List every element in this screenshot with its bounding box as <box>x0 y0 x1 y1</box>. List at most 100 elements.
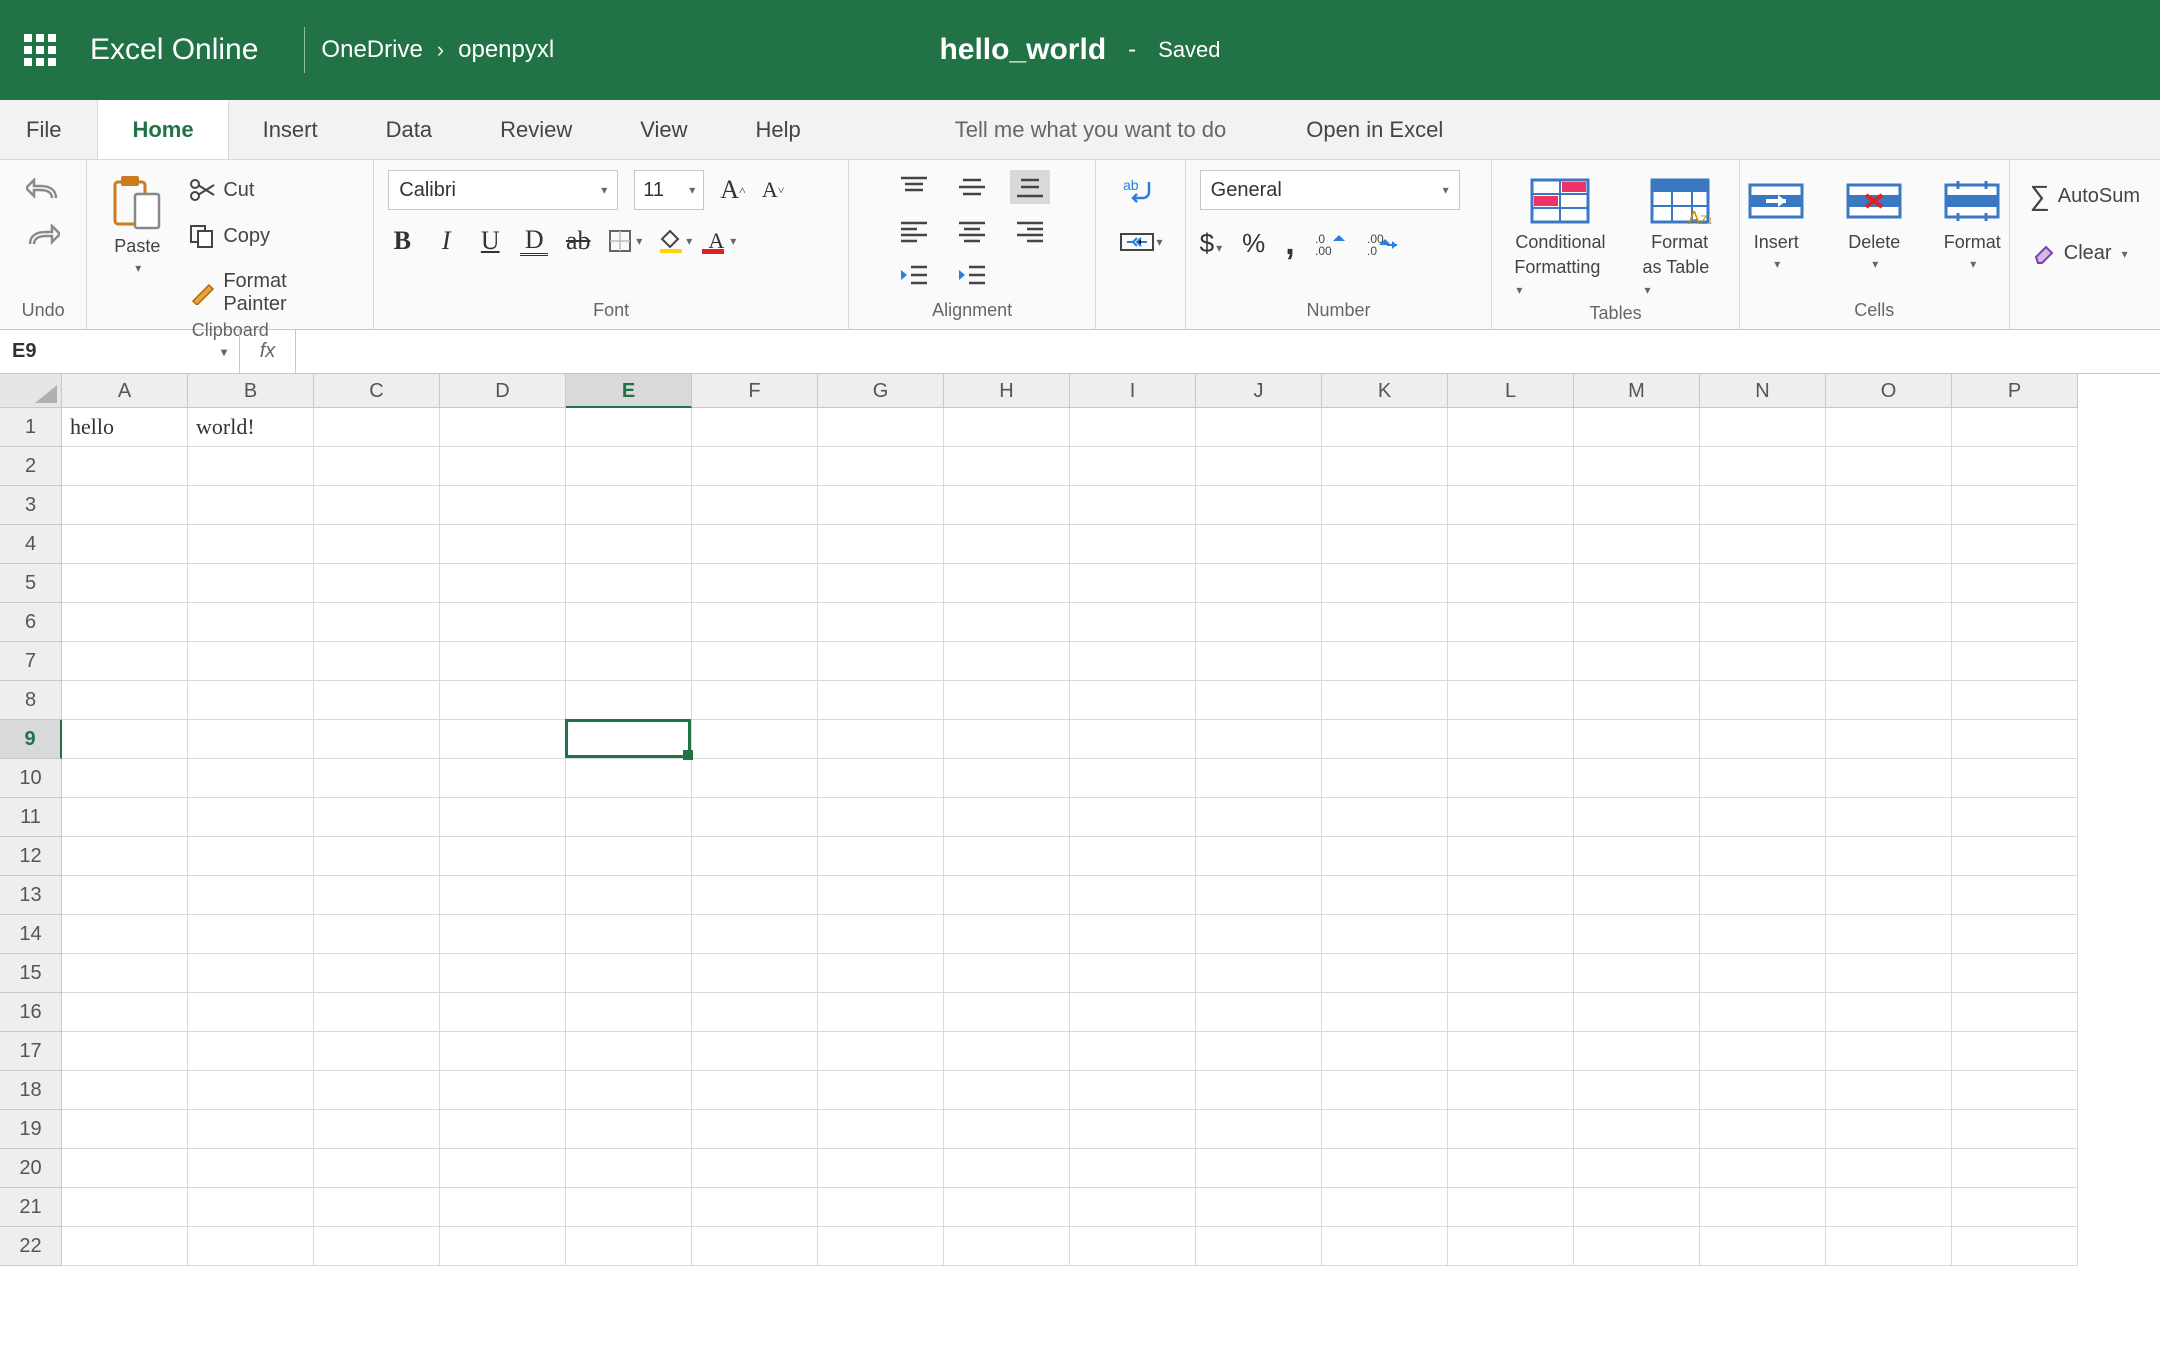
decrease-indent-button[interactable] <box>894 258 934 292</box>
insert-cells-button[interactable]: Insert▾ <box>1736 170 1816 275</box>
cell[interactable] <box>692 954 818 993</box>
cell[interactable] <box>692 915 818 954</box>
cell[interactable] <box>1070 1149 1196 1188</box>
cell[interactable] <box>1322 798 1448 837</box>
cell[interactable] <box>818 1071 944 1110</box>
row-header[interactable]: 1 <box>0 408 62 447</box>
row-header[interactable]: 22 <box>0 1227 62 1266</box>
cell[interactable] <box>566 837 692 876</box>
cell[interactable] <box>1952 993 2078 1032</box>
cell[interactable] <box>1700 1227 1826 1266</box>
cell[interactable] <box>314 1149 440 1188</box>
cell[interactable] <box>1196 837 1322 876</box>
cell[interactable] <box>314 915 440 954</box>
cell[interactable] <box>1700 642 1826 681</box>
cell[interactable] <box>1826 720 1952 759</box>
cell[interactable] <box>944 876 1070 915</box>
cell[interactable] <box>1700 798 1826 837</box>
cell[interactable] <box>1952 1071 2078 1110</box>
strikethrough-button[interactable]: ab <box>564 226 592 256</box>
cell[interactable] <box>1700 876 1826 915</box>
cell[interactable] <box>1322 1227 1448 1266</box>
cell[interactable] <box>1700 720 1826 759</box>
cell[interactable] <box>62 642 188 681</box>
font-size-select[interactable]: 11 ▾ <box>634 170 704 210</box>
cell[interactable] <box>62 837 188 876</box>
open-in-excel-button[interactable]: Open in Excel <box>1306 117 1443 143</box>
row-header[interactable]: 5 <box>0 564 62 603</box>
row-header[interactable]: 19 <box>0 1110 62 1149</box>
cell[interactable] <box>1574 1227 1700 1266</box>
cell[interactable] <box>1322 993 1448 1032</box>
cell[interactable] <box>944 720 1070 759</box>
cell[interactable] <box>1448 1149 1574 1188</box>
cell[interactable] <box>1070 1110 1196 1149</box>
column-header[interactable]: H <box>944 374 1070 408</box>
cell[interactable] <box>1700 447 1826 486</box>
font-name-select[interactable]: Calibri ▾ <box>388 170 618 210</box>
cell[interactable] <box>1196 642 1322 681</box>
cell[interactable] <box>440 1032 566 1071</box>
cell[interactable] <box>62 603 188 642</box>
cut-button[interactable]: Cut <box>183 174 359 206</box>
cell[interactable] <box>1952 1149 2078 1188</box>
cell[interactable] <box>62 564 188 603</box>
cell[interactable] <box>1574 681 1700 720</box>
italic-button[interactable]: I <box>432 226 460 256</box>
cell[interactable] <box>1574 837 1700 876</box>
cell[interactable] <box>314 720 440 759</box>
column-header[interactable]: M <box>1574 374 1700 408</box>
cell[interactable] <box>566 915 692 954</box>
cell[interactable] <box>1322 603 1448 642</box>
cell[interactable] <box>1826 447 1952 486</box>
cell[interactable] <box>818 798 944 837</box>
cell[interactable] <box>1196 1110 1322 1149</box>
cell[interactable] <box>188 642 314 681</box>
cell[interactable] <box>818 447 944 486</box>
cell[interactable] <box>1448 798 1574 837</box>
cell[interactable] <box>818 954 944 993</box>
percent-button[interactable]: % <box>1242 228 1265 259</box>
cell[interactable] <box>944 603 1070 642</box>
cell[interactable] <box>566 954 692 993</box>
cell[interactable] <box>1322 681 1448 720</box>
decrease-decimal-button[interactable]: .00.0 <box>1367 231 1399 257</box>
cell[interactable] <box>1826 642 1952 681</box>
cell[interactable] <box>1952 720 2078 759</box>
cell[interactable] <box>188 915 314 954</box>
cell[interactable] <box>314 954 440 993</box>
cell[interactable] <box>944 408 1070 447</box>
cell[interactable] <box>818 1227 944 1266</box>
undo-button[interactable] <box>26 178 60 204</box>
cell[interactable] <box>818 759 944 798</box>
cell[interactable] <box>818 603 944 642</box>
row-header[interactable]: 4 <box>0 525 62 564</box>
cell[interactable] <box>566 1227 692 1266</box>
cell[interactable] <box>1196 1188 1322 1227</box>
cell[interactable] <box>1196 876 1322 915</box>
row-header[interactable]: 8 <box>0 681 62 720</box>
conditional-formatting-button[interactable]: Conditional Formatting ▾ <box>1506 170 1614 303</box>
cell[interactable] <box>1070 837 1196 876</box>
cell[interactable] <box>566 642 692 681</box>
cell[interactable] <box>1322 876 1448 915</box>
cell[interactable] <box>566 1032 692 1071</box>
align-right-button[interactable] <box>1010 214 1050 248</box>
cell[interactable] <box>1196 408 1322 447</box>
cell[interactable] <box>1196 1149 1322 1188</box>
column-header[interactable]: K <box>1322 374 1448 408</box>
cell[interactable] <box>692 993 818 1032</box>
cell[interactable] <box>188 720 314 759</box>
cell[interactable] <box>1826 681 1952 720</box>
cell[interactable] <box>62 1032 188 1071</box>
cell[interactable] <box>818 837 944 876</box>
cell[interactable] <box>1322 759 1448 798</box>
cell[interactable] <box>818 408 944 447</box>
cell[interactable] <box>1448 1188 1574 1227</box>
cell[interactable] <box>1574 720 1700 759</box>
number-format-select[interactable]: General ▾ <box>1200 170 1460 210</box>
cell[interactable] <box>692 447 818 486</box>
cell[interactable] <box>1952 837 2078 876</box>
cell[interactable] <box>1574 564 1700 603</box>
cell[interactable] <box>1826 603 1952 642</box>
